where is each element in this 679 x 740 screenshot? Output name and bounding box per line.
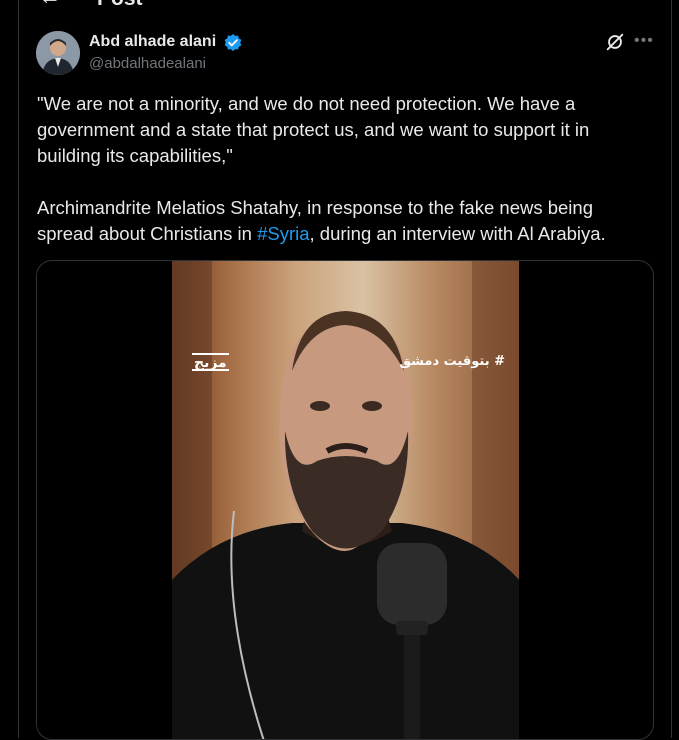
post-text: "We are not a minority, and we do not ne… (37, 91, 637, 247)
video-frame[interactable]: مزيج # بتوقيت دمشق (172, 261, 519, 739)
author-handle[interactable]: @abdalhadealani (89, 55, 206, 72)
page-title: Post (97, 0, 143, 8)
grok-icon[interactable] (604, 31, 626, 53)
video-still (172, 261, 519, 739)
hashtag-link[interactable]: #Syria (257, 223, 309, 244)
video-media[interactable]: مزيج # بتوقيت دمشق (36, 260, 654, 740)
avatar[interactable] (36, 31, 80, 75)
attribution-text-end: , during an interview with Al Arabiya. (309, 223, 606, 244)
verified-badge-icon (224, 33, 242, 52)
post-paragraph-quote: "We are not a minority, and we do not ne… (37, 93, 590, 166)
program-name-watermark: # بتوقيت دمشق (399, 354, 505, 369)
channel-logo-watermark: مزيج (192, 353, 229, 371)
back-arrow-icon[interactable]: ← (39, 0, 61, 8)
more-options-icon[interactable]: ••• (634, 32, 654, 50)
post-paragraph-attribution: Archimandrite Melatios Shatahy, in respo… (37, 195, 637, 247)
author-display-name[interactable]: Abd alhade alani (89, 33, 216, 51)
header: ← Post (19, 0, 671, 8)
